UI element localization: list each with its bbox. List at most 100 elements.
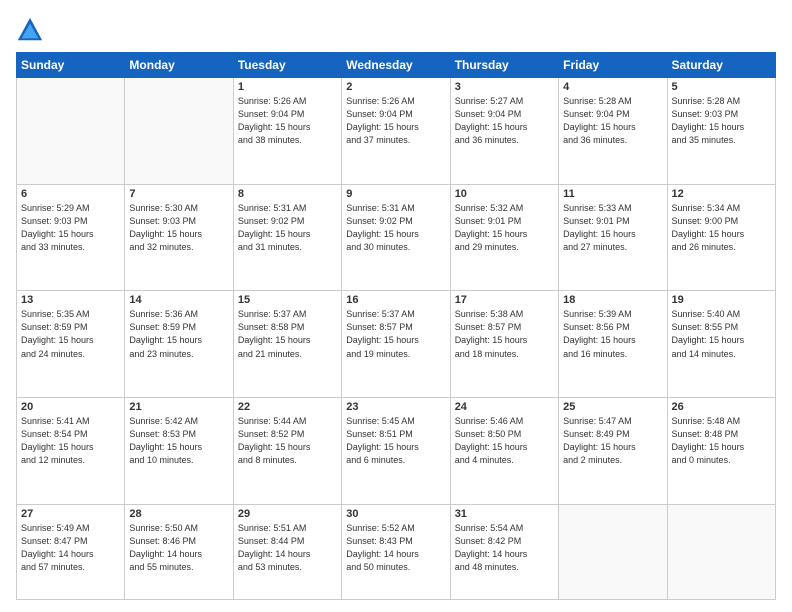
day-number: 19 — [672, 294, 771, 306]
day-info: Sunrise: 5:37 AM Sunset: 8:58 PM Dayligh… — [238, 308, 337, 360]
calendar-cell: 23 Sunrise: 5:45 AM Sunset: 8:51 PM Dayli… — [342, 398, 450, 505]
calendar-cell: 19 Sunrise: 5:40 AM Sunset: 8:55 PM Dayli… — [667, 291, 775, 398]
week-row-5: 27 Sunrise: 5:49 AM Sunset: 8:47 PM Dayli… — [17, 504, 776, 599]
day-number: 25 — [563, 401, 662, 413]
calendar-cell: 29 Sunrise: 5:51 AM Sunset: 8:44 PM Dayli… — [233, 504, 341, 599]
weekday-header-row: SundayMondayTuesdayWednesdayThursdayFrid… — [17, 53, 776, 78]
day-info: Sunrise: 5:31 AM Sunset: 9:02 PM Dayligh… — [238, 202, 337, 254]
day-info: Sunrise: 5:40 AM Sunset: 8:55 PM Dayligh… — [672, 308, 771, 360]
day-number: 7 — [129, 188, 228, 200]
day-number: 13 — [21, 294, 120, 306]
day-info: Sunrise: 5:36 AM Sunset: 8:59 PM Dayligh… — [129, 308, 228, 360]
day-number: 28 — [129, 508, 228, 520]
calendar-cell: 6Sunrise: 5:29 AM Sunset: 9:03 PM Daylig… — [17, 184, 125, 291]
calendar-cell: 12 Sunrise: 5:34 AM Sunset: 9:00 PM Dayli… — [667, 184, 775, 291]
calendar-cell: 1Sunrise: 5:26 AM Sunset: 9:04 PM Daylig… — [233, 78, 341, 185]
calendar-cell: 7 Sunrise: 5:30 AM Sunset: 9:03 PM Daylig… — [125, 184, 233, 291]
calendar-cell: 27 Sunrise: 5:49 AM Sunset: 8:47 PM Dayli… — [17, 504, 125, 599]
day-number: 31 — [455, 508, 554, 520]
calendar-cell — [667, 504, 775, 599]
day-info: Sunrise: 5:51 AM Sunset: 8:44 PM Dayligh… — [238, 522, 337, 574]
calendar-cell: 13 Sunrise: 5:35 AM Sunset: 8:59 PM Dayli… — [17, 291, 125, 398]
calendar: SundayMondayTuesdayWednesdayThursdayFrid… — [16, 52, 776, 600]
day-info: Sunrise: 5:39 AM Sunset: 8:56 PM Dayligh… — [563, 308, 662, 360]
calendar-cell — [559, 504, 667, 599]
day-number: 26 — [672, 401, 771, 413]
day-number: 1 — [238, 81, 337, 93]
day-info: Sunrise: 5:46 AM Sunset: 8:50 PM Dayligh… — [455, 415, 554, 467]
day-info: Sunrise: 5:35 AM Sunset: 8:59 PM Dayligh… — [21, 308, 120, 360]
calendar-cell: 15 Sunrise: 5:37 AM Sunset: 8:58 PM Dayli… — [233, 291, 341, 398]
calendar-cell: 11 Sunrise: 5:33 AM Sunset: 9:01 PM Dayli… — [559, 184, 667, 291]
calendar-cell: 25 Sunrise: 5:47 AM Sunset: 8:49 PM Dayli… — [559, 398, 667, 505]
week-row-2: 6Sunrise: 5:29 AM Sunset: 9:03 PM Daylig… — [17, 184, 776, 291]
day-number: 29 — [238, 508, 337, 520]
day-info: Sunrise: 5:34 AM Sunset: 9:00 PM Dayligh… — [672, 202, 771, 254]
calendar-cell: 10 Sunrise: 5:32 AM Sunset: 9:01 PM Dayli… — [450, 184, 558, 291]
logo-icon — [16, 16, 44, 44]
day-info: Sunrise: 5:38 AM Sunset: 8:57 PM Dayligh… — [455, 308, 554, 360]
day-number: 3 — [455, 81, 554, 93]
day-number: 21 — [129, 401, 228, 413]
weekday-header-monday: Monday — [125, 53, 233, 78]
logo — [16, 16, 48, 44]
day-info: Sunrise: 5:45 AM Sunset: 8:51 PM Dayligh… — [346, 415, 445, 467]
calendar-cell: 4Sunrise: 5:28 AM Sunset: 9:04 PM Daylig… — [559, 78, 667, 185]
day-number: 16 — [346, 294, 445, 306]
page: SundayMondayTuesdayWednesdayThursdayFrid… — [0, 0, 792, 612]
day-number: 14 — [129, 294, 228, 306]
weekday-header-wednesday: Wednesday — [342, 53, 450, 78]
day-info: Sunrise: 5:50 AM Sunset: 8:46 PM Dayligh… — [129, 522, 228, 574]
day-info: Sunrise: 5:54 AM Sunset: 8:42 PM Dayligh… — [455, 522, 554, 574]
day-number: 11 — [563, 188, 662, 200]
day-info: Sunrise: 5:30 AM Sunset: 9:03 PM Dayligh… — [129, 202, 228, 254]
weekday-header-saturday: Saturday — [667, 53, 775, 78]
week-row-3: 13 Sunrise: 5:35 AM Sunset: 8:59 PM Dayli… — [17, 291, 776, 398]
calendar-cell — [17, 78, 125, 185]
weekday-header-friday: Friday — [559, 53, 667, 78]
day-info: Sunrise: 5:47 AM Sunset: 8:49 PM Dayligh… — [563, 415, 662, 467]
weekday-header-thursday: Thursday — [450, 53, 558, 78]
day-number: 5 — [672, 81, 771, 93]
day-number: 2 — [346, 81, 445, 93]
day-info: Sunrise: 5:26 AM Sunset: 9:04 PM Dayligh… — [346, 95, 445, 147]
calendar-cell: 28 Sunrise: 5:50 AM Sunset: 8:46 PM Dayli… — [125, 504, 233, 599]
day-info: Sunrise: 5:33 AM Sunset: 9:01 PM Dayligh… — [563, 202, 662, 254]
calendar-cell: 16 Sunrise: 5:37 AM Sunset: 8:57 PM Dayli… — [342, 291, 450, 398]
header — [16, 12, 776, 44]
day-number: 20 — [21, 401, 120, 413]
day-number: 10 — [455, 188, 554, 200]
calendar-cell: 2 Sunrise: 5:26 AM Sunset: 9:04 PM Daylig… — [342, 78, 450, 185]
day-number: 24 — [455, 401, 554, 413]
day-info: Sunrise: 5:52 AM Sunset: 8:43 PM Dayligh… — [346, 522, 445, 574]
calendar-cell: 21 Sunrise: 5:42 AM Sunset: 8:53 PM Dayli… — [125, 398, 233, 505]
day-number: 12 — [672, 188, 771, 200]
day-info: Sunrise: 5:42 AM Sunset: 8:53 PM Dayligh… — [129, 415, 228, 467]
calendar-cell: 22Sunrise: 5:44 AM Sunset: 8:52 PM Dayli… — [233, 398, 341, 505]
day-number: 23 — [346, 401, 445, 413]
week-row-4: 20Sunrise: 5:41 AM Sunset: 8:54 PM Dayli… — [17, 398, 776, 505]
day-info: Sunrise: 5:32 AM Sunset: 9:01 PM Dayligh… — [455, 202, 554, 254]
day-number: 27 — [21, 508, 120, 520]
day-info: Sunrise: 5:29 AM Sunset: 9:03 PM Dayligh… — [21, 202, 120, 254]
calendar-cell: 3Sunrise: 5:27 AM Sunset: 9:04 PM Daylig… — [450, 78, 558, 185]
day-number: 30 — [346, 508, 445, 520]
day-info: Sunrise: 5:49 AM Sunset: 8:47 PM Dayligh… — [21, 522, 120, 574]
calendar-cell: 31 Sunrise: 5:54 AM Sunset: 8:42 PM Dayli… — [450, 504, 558, 599]
day-info: Sunrise: 5:44 AM Sunset: 8:52 PM Dayligh… — [238, 415, 337, 467]
day-number: 15 — [238, 294, 337, 306]
day-number: 9 — [346, 188, 445, 200]
calendar-cell: 24 Sunrise: 5:46 AM Sunset: 8:50 PM Dayli… — [450, 398, 558, 505]
day-number: 8 — [238, 188, 337, 200]
calendar-cell: 30 Sunrise: 5:52 AM Sunset: 8:43 PM Dayli… — [342, 504, 450, 599]
calendar-cell — [125, 78, 233, 185]
day-info: Sunrise: 5:31 AM Sunset: 9:02 PM Dayligh… — [346, 202, 445, 254]
calendar-cell: 5Sunrise: 5:28 AM Sunset: 9:03 PM Daylig… — [667, 78, 775, 185]
weekday-header-sunday: Sunday — [17, 53, 125, 78]
day-info: Sunrise: 5:37 AM Sunset: 8:57 PM Dayligh… — [346, 308, 445, 360]
calendar-cell: 18Sunrise: 5:39 AM Sunset: 8:56 PM Dayli… — [559, 291, 667, 398]
week-row-1: 1 Sunrise: 5:26 AM Sunset: 9:04 PM Daylig… — [17, 78, 776, 185]
day-info: Sunrise: 5:48 AM Sunset: 8:48 PM Dayligh… — [672, 415, 771, 467]
calendar-cell: 20Sunrise: 5:41 AM Sunset: 8:54 PM Dayli… — [17, 398, 125, 505]
day-number: 17 — [455, 294, 554, 306]
